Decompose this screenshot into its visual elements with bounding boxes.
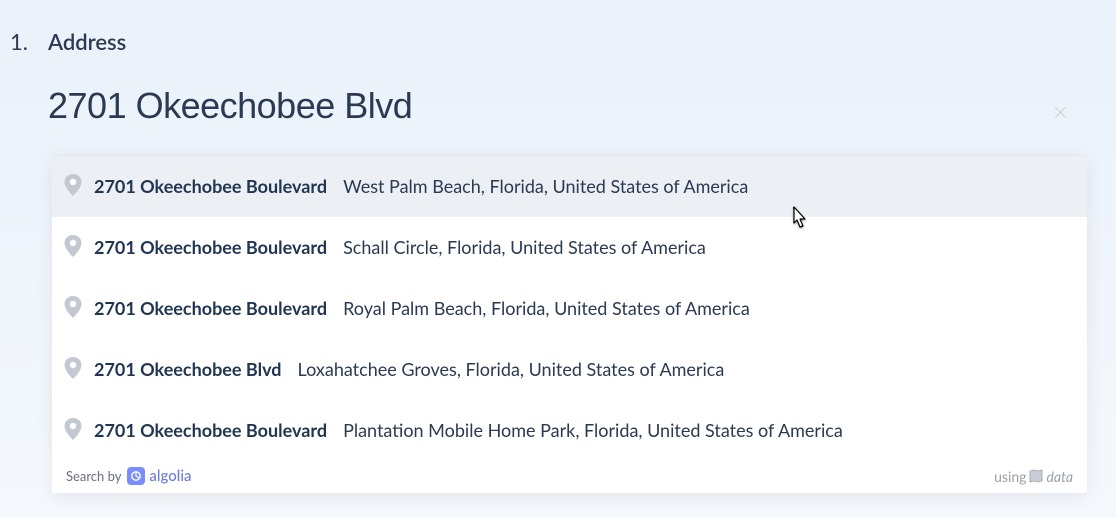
suggestion-item[interactable]: 2701 Okeechobee Boulevard Royal Palm Beac… xyxy=(52,278,1087,339)
autocomplete-dropdown: 2701 Okeechobee Boulevard West Palm Beach… xyxy=(52,155,1087,493)
powered-by: Search by algolia xyxy=(66,467,191,485)
search-by-label: Search by xyxy=(66,468,121,484)
step-number: 1. xyxy=(10,28,28,55)
using-data: using data xyxy=(994,468,1073,485)
algolia-icon xyxy=(127,467,145,485)
pin-icon xyxy=(64,296,84,320)
suggestion-secondary: Plantation Mobile Home Park, Florida, Un… xyxy=(343,419,843,441)
pin-icon xyxy=(64,418,84,442)
dropdown-footer: Search by algolia using data xyxy=(52,461,1087,493)
step-label: Address xyxy=(48,28,126,55)
algolia-badge[interactable]: algolia xyxy=(127,467,191,485)
step-header: 1. Address xyxy=(0,0,1116,55)
pin-icon xyxy=(64,357,84,381)
suggestion-secondary: West Palm Beach, Florida, United States … xyxy=(343,175,748,197)
suggestion-primary: 2701 Okeechobee Boulevard xyxy=(94,297,327,319)
suggestion-item[interactable]: 2701 Okeechobee Blvd Loxahatchee Groves, … xyxy=(52,339,1087,400)
pin-icon xyxy=(64,174,84,198)
address-search-row: × xyxy=(48,85,1116,127)
clear-icon[interactable]: × xyxy=(1053,95,1068,127)
pin-icon xyxy=(64,235,84,259)
suggestion-secondary: Loxahatchee Groves, Florida, United Stat… xyxy=(298,358,725,380)
suggestion-primary: 2701 Okeechobee Boulevard xyxy=(94,419,327,441)
suggestion-item[interactable]: 2701 Okeechobee Boulevard West Palm Beach… xyxy=(52,156,1087,217)
suggestion-secondary: Royal Palm Beach, Florida, United States… xyxy=(343,297,750,319)
data-label: data xyxy=(1046,468,1073,485)
suggestion-item[interactable]: 2701 Okeechobee Boulevard Schall Circle, … xyxy=(52,217,1087,278)
using-label: using xyxy=(994,468,1026,485)
osm-icon xyxy=(1028,468,1044,484)
suggestion-secondary: Schall Circle, Florida, United States of… xyxy=(343,236,706,258)
suggestion-item[interactable]: 2701 Okeechobee Boulevard Plantation Mobi… xyxy=(52,400,1087,461)
suggestion-primary: 2701 Okeechobee Boulevard xyxy=(94,175,327,197)
algolia-text: algolia xyxy=(149,467,191,485)
suggestion-primary: 2701 Okeechobee Boulevard xyxy=(94,236,327,258)
address-input[interactable] xyxy=(48,85,1028,127)
suggestion-primary: 2701 Okeechobee Blvd xyxy=(94,358,282,380)
